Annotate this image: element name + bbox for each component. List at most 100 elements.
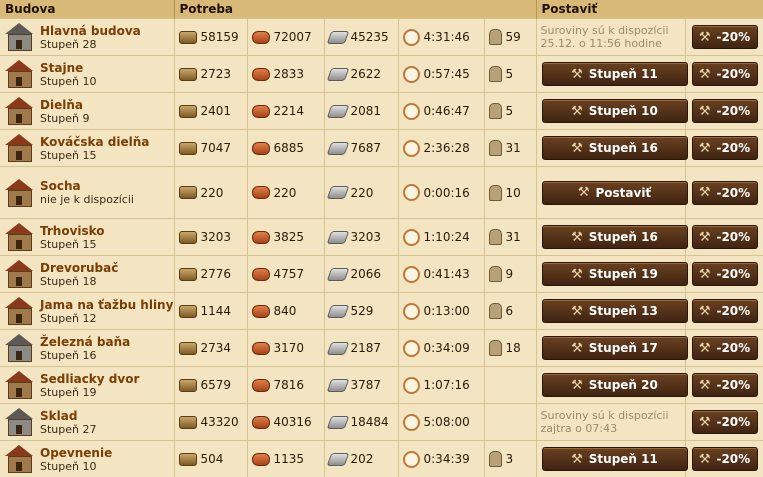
hammer-icon: ⚒	[571, 378, 583, 393]
hammer-icon: ⚒	[571, 104, 583, 119]
building-cell: Jama na ťažbu hlinyStupeň 12	[0, 295, 174, 327]
table-row: Sedliacky dvorStupeň 196579781637871:07:…	[0, 367, 763, 404]
clay-icon	[252, 68, 270, 81]
discount-button[interactable]: ⚒-20%	[692, 99, 758, 123]
discount-button[interactable]: ⚒-20%	[692, 181, 758, 205]
building-cell: Kováčska dielňaStupeň 15	[0, 132, 174, 164]
building-cell: OpevnenieStupeň 10	[0, 443, 174, 475]
building-name-link[interactable]: Železná baňa	[40, 335, 130, 349]
discount-button[interactable]: ⚒-20%	[692, 410, 758, 434]
population-icon	[489, 266, 502, 282]
population-cost: 18	[506, 341, 521, 355]
iron-cost: 529	[351, 304, 374, 318]
upgrade-button[interactable]: ⚒Postaviť	[542, 181, 688, 205]
table-row: OpevnenieStupeň 1050411352020:34:393⚒Stu…	[0, 441, 763, 477]
discount-button[interactable]: ⚒-20%	[692, 336, 758, 360]
iron-cost: 202	[351, 452, 374, 466]
build-time: 4:31:46	[424, 30, 470, 44]
population-icon	[489, 140, 502, 156]
building-thumbnail-icon[interactable]	[2, 177, 36, 209]
building-thumbnail-icon[interactable]	[2, 443, 36, 475]
upgrade-button[interactable]: ⚒Stupeň 16	[542, 225, 688, 249]
table-row: DrevorubačStupeň 182776475720660:41:439⚒…	[0, 256, 763, 293]
clock-icon	[403, 340, 420, 357]
table-row: TrhoviskoStupeň 153203382532031:10:2431⚒…	[0, 219, 763, 256]
iron-icon	[326, 105, 349, 118]
discount-button[interactable]: ⚒-20%	[692, 447, 758, 471]
population-cost: 31	[506, 141, 521, 155]
hammer-icon: ⚒	[571, 230, 583, 245]
iron-cost: 2622	[351, 67, 382, 81]
table-row: Kováčska dielňaStupeň 157047688576872:36…	[0, 130, 763, 167]
building-cell: Železná baňaStupeň 16	[0, 332, 174, 364]
building-thumbnail-icon[interactable]	[2, 21, 36, 53]
building-name-link[interactable]: Socha	[40, 179, 134, 193]
building-level: Stupeň 15	[40, 238, 105, 251]
clock-icon	[403, 451, 420, 468]
upgrade-button[interactable]: ⚒Stupeň 11	[542, 447, 688, 471]
building-name-link[interactable]: Stajne	[40, 61, 96, 75]
clay-cost: 1135	[274, 452, 305, 466]
clock-icon	[403, 184, 420, 201]
discount-button[interactable]: ⚒-20%	[692, 299, 758, 323]
discount-button[interactable]: ⚒-20%	[692, 225, 758, 249]
building-thumbnail-icon[interactable]	[2, 132, 36, 164]
hammer-icon: ⚒	[571, 452, 583, 467]
building-level: Stupeň 9	[40, 112, 89, 125]
building-name-link[interactable]: Sklad	[40, 409, 96, 423]
building-name-link[interactable]: Kováčska dielňa	[40, 135, 149, 149]
building-thumbnail-icon[interactable]	[2, 221, 36, 253]
building-name-link[interactable]: Opevnenie	[40, 446, 112, 460]
building-level: Stupeň 19	[40, 386, 139, 399]
population-icon	[489, 185, 502, 201]
upgrade-button[interactable]: ⚒Stupeň 17	[542, 336, 688, 360]
discount-button[interactable]: ⚒-20%	[692, 62, 758, 86]
building-thumbnail-icon[interactable]	[2, 95, 36, 127]
building-thumbnail-icon[interactable]	[2, 295, 36, 327]
building-cell: Sedliacky dvorStupeň 19	[0, 369, 174, 401]
hammer-icon: ⚒	[699, 304, 711, 319]
clay-cost: 6885	[274, 141, 305, 155]
upgrade-button[interactable]: ⚒Stupeň 11	[542, 62, 688, 86]
population-cell-empty	[484, 404, 536, 441]
population-cost: 3	[506, 452, 514, 466]
upgrade-button[interactable]: ⚒Stupeň 20	[542, 373, 688, 397]
building-name-link[interactable]: Jama na ťažbu hliny	[40, 298, 173, 312]
upgrade-button[interactable]: ⚒Stupeň 16	[542, 136, 688, 160]
clay-icon	[252, 142, 270, 155]
building-thumbnail-icon[interactable]	[2, 58, 36, 90]
clay-cost: 72007	[274, 30, 312, 44]
discount-button[interactable]: ⚒-20%	[692, 25, 758, 49]
building-name-link[interactable]: Dielňa	[40, 98, 89, 112]
wood-cost: 7047	[201, 141, 232, 155]
upgrade-button[interactable]: ⚒Stupeň 10	[542, 99, 688, 123]
table-row: DielňaStupeň 92401221420810:46:475⚒Stupe…	[0, 93, 763, 130]
clock-icon	[403, 377, 420, 394]
hammer-icon: ⚒	[699, 267, 711, 282]
building-name-link[interactable]: Drevorubač	[40, 261, 118, 275]
upgrade-button[interactable]: ⚒Stupeň 13	[542, 299, 688, 323]
clock-icon	[403, 66, 420, 83]
building-thumbnail-icon[interactable]	[2, 258, 36, 290]
building-name-link[interactable]: Sedliacky dvor	[40, 372, 139, 386]
wood-cost: 220	[201, 186, 224, 200]
clay-cost: 840	[274, 304, 297, 318]
building-name-link[interactable]: Trhovisko	[40, 224, 105, 238]
discount-button[interactable]: ⚒-20%	[692, 373, 758, 397]
build-time: 0:46:47	[424, 104, 470, 118]
iron-cost: 3787	[351, 378, 382, 392]
building-thumbnail-icon[interactable]	[2, 332, 36, 364]
iron-cost: 45235	[351, 30, 389, 44]
population-icon	[489, 66, 502, 82]
upgrade-button[interactable]: ⚒Stupeň 19	[542, 262, 688, 286]
clay-icon	[252, 105, 270, 118]
discount-button[interactable]: ⚒-20%	[692, 262, 758, 286]
hammer-icon: ⚒	[699, 185, 711, 200]
discount-button[interactable]: ⚒-20%	[692, 136, 758, 160]
table-row: SkladStupeň 274332040316184845:08:00Suro…	[0, 404, 763, 441]
building-thumbnail-icon[interactable]	[2, 406, 36, 438]
building-thumbnail-icon[interactable]	[2, 369, 36, 401]
building-name-link[interactable]: Hlavná budova	[40, 24, 141, 38]
build-time: 0:57:45	[424, 67, 470, 81]
wood-icon	[179, 379, 197, 392]
